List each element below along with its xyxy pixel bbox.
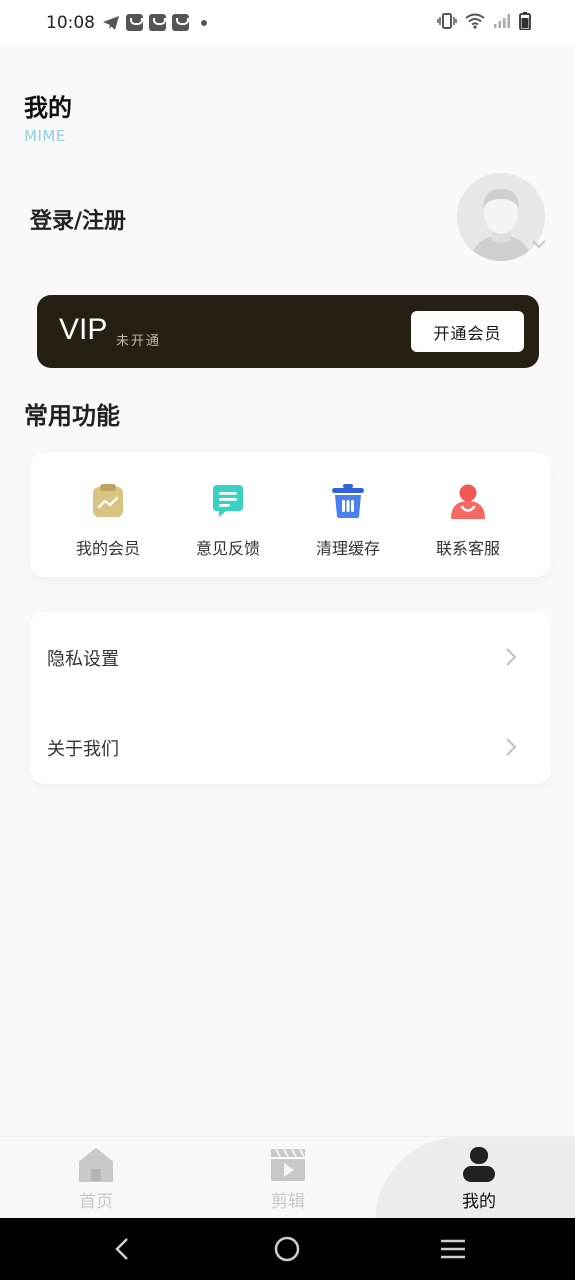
chevron-down-icon bbox=[532, 240, 546, 249]
signal-icon bbox=[494, 14, 510, 28]
feature-my-membership[interactable]: 我的会员 bbox=[48, 453, 168, 577]
chevron-right-icon bbox=[506, 648, 517, 666]
tab-mine[interactable]: 我的 bbox=[419, 1137, 539, 1219]
vip-card: VIP 未开通 开通会员 bbox=[37, 295, 539, 368]
feature-label: 联系客服 bbox=[435, 539, 500, 558]
person-icon bbox=[463, 1147, 495, 1182]
menu-item-about[interactable]: 关于我们 bbox=[30, 702, 551, 788]
back-icon[interactable] bbox=[111, 1237, 133, 1261]
tab-label: 首页 bbox=[79, 1192, 113, 1212]
feature-feedback[interactable]: 意见反馈 bbox=[168, 453, 288, 577]
section-title: 常用功能 bbox=[24, 402, 120, 430]
page-subtitle: MIME bbox=[24, 127, 66, 145]
menu-item-label: 关于我们 bbox=[47, 739, 119, 760]
feature-contact-support[interactable]: 联系客服 bbox=[408, 453, 528, 577]
menu-item-privacy[interactable]: 隐私设置 bbox=[30, 612, 551, 698]
page-title: 我的 bbox=[24, 94, 72, 122]
status-bar: 10:08 bbox=[0, 0, 575, 46]
clapperboard-icon bbox=[271, 1148, 305, 1181]
trash-icon bbox=[332, 484, 364, 518]
menu-item-label: 隐私设置 bbox=[47, 649, 119, 670]
tab-label: 我的 bbox=[462, 1192, 496, 1212]
menu-icon[interactable] bbox=[440, 1238, 466, 1260]
shopping-bag-icon bbox=[149, 14, 166, 31]
tab-home[interactable]: 首页 bbox=[36, 1137, 156, 1219]
chevron-right-icon bbox=[506, 738, 517, 756]
wifi-icon bbox=[465, 13, 485, 29]
feature-label: 清理缓存 bbox=[315, 539, 380, 558]
vibrate-icon bbox=[437, 13, 457, 29]
features-card: 我的会员 意见反馈 清理缓存 联系客服 bbox=[30, 453, 551, 577]
tab-label: 剪辑 bbox=[271, 1192, 305, 1212]
membership-icon bbox=[93, 484, 123, 517]
bottom-tab-bar: 首页 剪辑 我的 bbox=[0, 1136, 575, 1219]
feature-clear-cache[interactable]: 清理缓存 bbox=[288, 453, 408, 577]
vip-label: VIP bbox=[59, 313, 108, 346]
shopping-bag-icon bbox=[126, 14, 143, 31]
customer-service-icon bbox=[451, 484, 485, 519]
feature-label: 意见反馈 bbox=[195, 539, 260, 558]
shopping-bag-icon bbox=[172, 14, 189, 31]
home-icon bbox=[79, 1148, 113, 1182]
telegram-icon bbox=[103, 15, 119, 30]
vip-status: 未开通 bbox=[116, 334, 162, 349]
feedback-icon bbox=[213, 485, 243, 517]
system-navigation-bar bbox=[0, 1218, 575, 1280]
open-membership-button[interactable]: 开通会员 bbox=[411, 311, 524, 352]
battery-icon bbox=[519, 12, 531, 30]
feature-label: 我的会员 bbox=[75, 539, 140, 558]
status-time: 10:08 bbox=[46, 13, 95, 33]
dot-icon bbox=[201, 19, 207, 26]
home-circle-icon[interactable] bbox=[274, 1236, 300, 1262]
settings-menu: 隐私设置 关于我们 bbox=[30, 612, 551, 784]
tab-edit[interactable]: 剪辑 bbox=[228, 1137, 348, 1219]
login-register-link[interactable]: 登录/注册 bbox=[30, 203, 126, 235]
